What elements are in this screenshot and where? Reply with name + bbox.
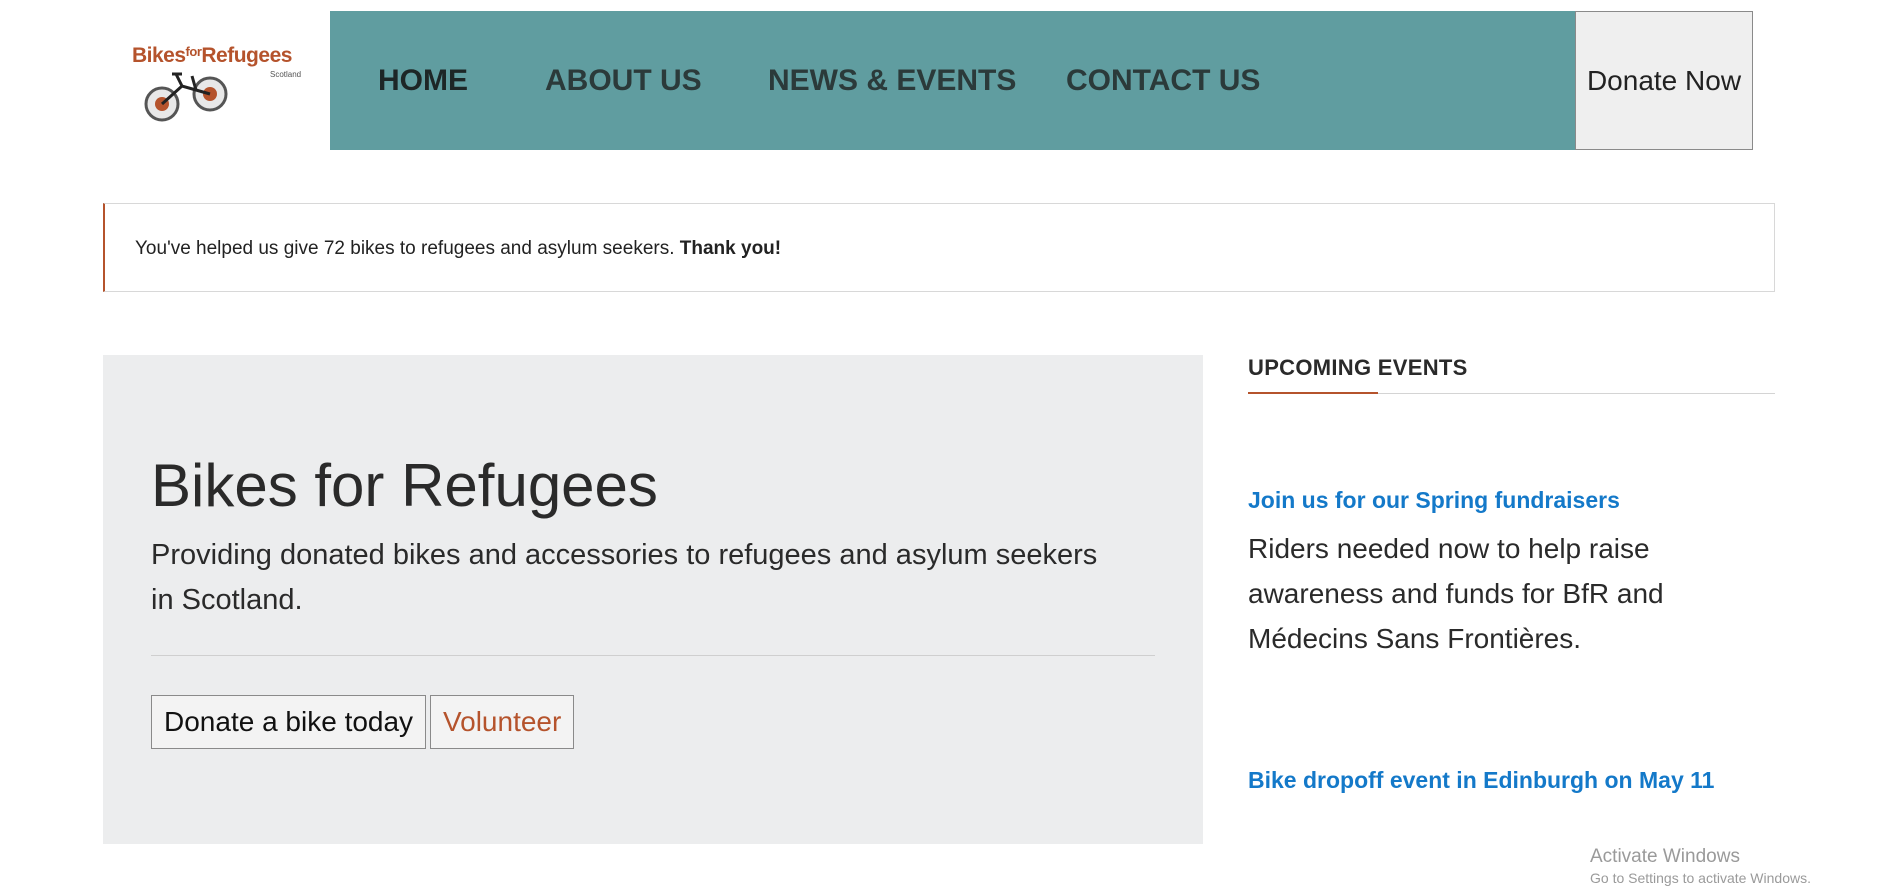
- logo-text-bikes: Bikes: [132, 44, 186, 67]
- hero-title: Bikes for Refugees: [151, 452, 658, 519]
- logo-wordmark: BikesforRefugees: [132, 44, 292, 68]
- notice-text: You've helped us give 72 bikes to refuge…: [135, 204, 781, 293]
- donate-now-button[interactable]: Donate Now: [1575, 11, 1753, 150]
- nav-home[interactable]: HOME: [378, 11, 468, 150]
- upcoming-events-heading: UPCOMING EVENTS: [1248, 355, 1468, 380]
- hero-divider: [151, 655, 1155, 656]
- event-description: Riders needed now to help raise awarenes…: [1248, 533, 1664, 654]
- nav-about-us[interactable]: ABOUT US: [545, 11, 702, 150]
- nav-contact-us[interactable]: CONTACT US: [1066, 11, 1260, 150]
- event-link-spring-fundraisers[interactable]: Join us for our Spring fundraisers: [1248, 487, 1620, 514]
- activate-windows-subtitle: Go to Settings to activate Windows.: [1590, 870, 1811, 886]
- events-divider-accent: [1248, 392, 1378, 394]
- donate-bike-button[interactable]: Donate a bike today: [151, 695, 427, 749]
- logo-text-for: for: [185, 44, 202, 59]
- logo-text-region: Scotland: [270, 70, 302, 79]
- logo-text-refugees: Refugees: [201, 44, 292, 67]
- activate-windows-title: Activate Windows: [1590, 846, 1740, 867]
- notice-emphasis: Thank you!: [679, 238, 782, 259]
- event-link-bike-dropoff[interactable]: Bike dropoff event in Edinburgh on May 1…: [1248, 767, 1714, 794]
- thank-you-notice: You've helped us give 72 bikes to refuge…: [103, 203, 1775, 292]
- site-logo[interactable]: BikesforRefugees Scotland: [128, 40, 306, 126]
- hero-subtitle: Providing donated bikes and accessories …: [151, 539, 1098, 616]
- volunteer-button[interactable]: Volunteer: [430, 695, 575, 749]
- hero-panel: Bikes for Refugees Providing donated bik…: [103, 355, 1203, 844]
- notice-message: You've helped us give 72 bikes to refuge…: [135, 238, 675, 259]
- bicycle-icon: [144, 72, 228, 122]
- nav-news-events[interactable]: NEWS & EVENTS: [768, 11, 1016, 150]
- main-nav: HOME ABOUT US NEWS & EVENTS CONTACT US: [330, 11, 1575, 150]
